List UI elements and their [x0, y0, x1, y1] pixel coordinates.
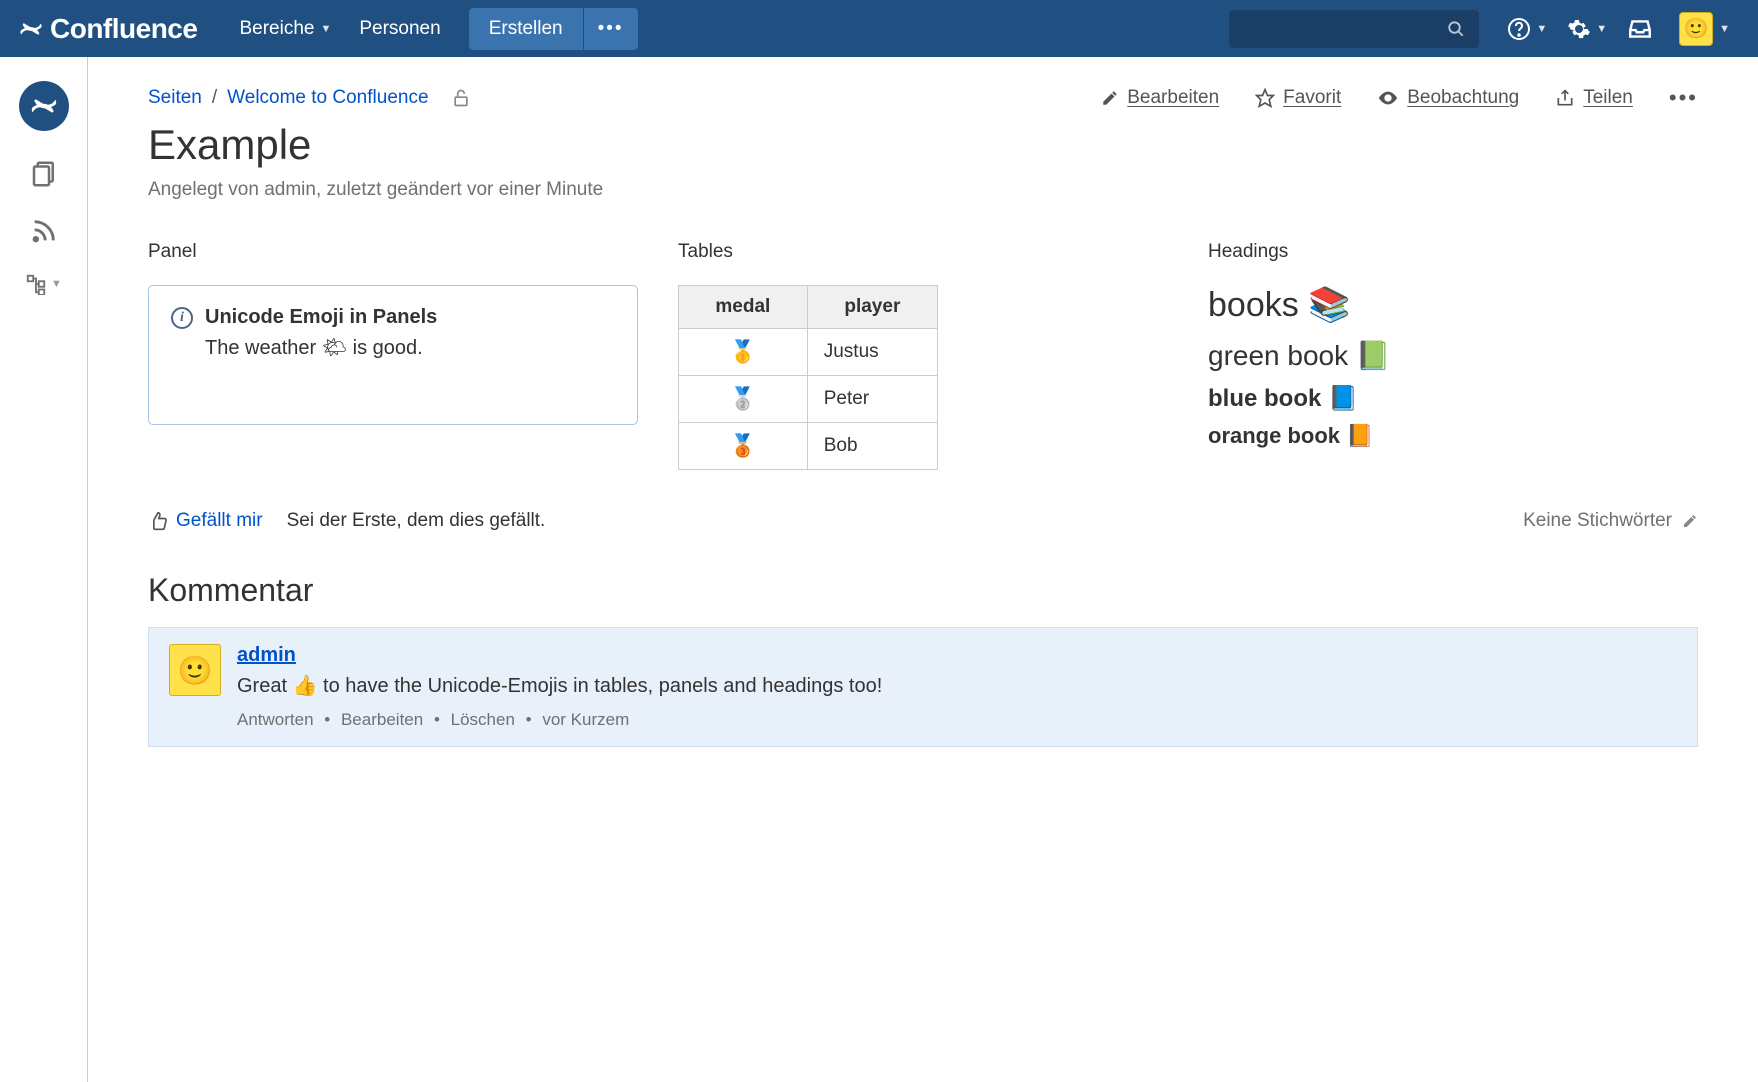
- share-icon: [1555, 88, 1575, 108]
- profile-menu[interactable]: 🙂 ▼: [1663, 6, 1740, 52]
- panel-title: Unicode Emoji in Panels: [205, 306, 437, 329]
- page-content: Seiten / Welcome to Confluence Bearbeite…: [88, 57, 1758, 1082]
- tables-section-title: Tables: [678, 241, 1168, 263]
- comment-delete[interactable]: Löschen: [451, 710, 515, 729]
- more-actions-button[interactable]: •••: [1669, 85, 1698, 111]
- eye-icon: [1377, 87, 1399, 109]
- sidebar-blog[interactable]: [30, 217, 58, 245]
- admin-menu[interactable]: ▼: [1557, 11, 1617, 47]
- breadcrumb: Seiten / Welcome to Confluence: [148, 87, 471, 109]
- comment-avatar: 🙂: [169, 644, 221, 696]
- product-name: Confluence: [50, 13, 197, 45]
- top-navigation: Confluence Bereiche ▼ Personen Erstellen…: [0, 0, 1758, 57]
- space-logo[interactable]: [19, 81, 69, 131]
- chevron-down-icon: ▼: [1596, 23, 1607, 35]
- heading-h2: books 📚: [1208, 285, 1698, 325]
- info-icon: i: [171, 307, 193, 329]
- product-logo[interactable]: Confluence: [18, 13, 197, 45]
- star-icon: [1255, 88, 1275, 108]
- player-cell: Bob: [807, 423, 937, 470]
- sidebar-tree[interactable]: ▼: [25, 273, 62, 295]
- pencil-icon: [1101, 89, 1119, 107]
- medal-cell: 🥉: [679, 423, 808, 470]
- inbox-icon: [1627, 16, 1653, 42]
- share-button[interactable]: Teilen: [1555, 87, 1633, 109]
- comments-heading: Kommentar: [148, 572, 1698, 609]
- create-button[interactable]: Erstellen: [469, 8, 583, 50]
- like-row: Gefällt mir Sei der Erste, dem dies gefä…: [148, 510, 1698, 532]
- nav-people[interactable]: Personen: [345, 10, 454, 48]
- table-row: 🥉 Bob: [679, 423, 938, 470]
- thumbs-up-emoji: 👍: [293, 675, 318, 697]
- breadcrumb-separator: /: [212, 87, 217, 109]
- medal-table: medal player 🥇 Justus 🥈 Peter: [678, 285, 938, 470]
- comment: 🙂 admin Great 👍 to have the Unicode-Emoj…: [148, 627, 1698, 747]
- medal-cell: 🥈: [679, 376, 808, 423]
- info-panel: i Unicode Emoji in Panels The weather 🌤 …: [148, 285, 638, 425]
- labels-section: Keine Stichwörter: [1523, 510, 1698, 532]
- search-icon: [1447, 20, 1465, 38]
- player-cell: Peter: [807, 376, 937, 423]
- page-title: Example: [148, 121, 1698, 169]
- watch-button[interactable]: Beobachtung: [1377, 87, 1519, 109]
- chevron-down-icon: ▼: [320, 23, 331, 35]
- comment-edit[interactable]: Bearbeiten: [341, 710, 423, 729]
- medal-cell: 🥇: [679, 329, 808, 376]
- table-row: 🥇 Justus: [679, 329, 938, 376]
- thumbs-up-icon: [148, 511, 168, 531]
- column-tables: Tables medal player 🥇 Justus: [678, 241, 1168, 470]
- pencil-icon: [1682, 513, 1698, 529]
- column-panel: Panel i Unicode Emoji in Panels The weat…: [148, 241, 638, 470]
- confluence-logo-icon: [18, 16, 44, 42]
- heading-h5: orange book 📙: [1208, 423, 1698, 449]
- comment-actions: Antworten • Bearbeiten • Löschen • vor K…: [237, 710, 1677, 730]
- confluence-space-icon: [29, 91, 59, 121]
- heading-h3: green book 📗: [1208, 339, 1698, 372]
- comment-text: Great 👍 to have the Unicode-Emojis in ta…: [237, 673, 1677, 698]
- breadcrumb-pages[interactable]: Seiten: [148, 87, 202, 109]
- comment-author[interactable]: admin: [237, 644, 296, 667]
- comment-time: vor Kurzem: [542, 710, 629, 729]
- page-actions: Bearbeiten Favorit Beobachtung Teilen ••…: [1101, 85, 1698, 111]
- favorite-button[interactable]: Favorit: [1255, 87, 1341, 109]
- pages-icon: [29, 159, 59, 189]
- column-headings: Headings books 📚 green book 📗 blue book …: [1208, 241, 1698, 470]
- create-more-button[interactable]: •••: [584, 8, 638, 50]
- table-header-player: player: [807, 286, 937, 329]
- like-button[interactable]: Gefällt mir: [148, 510, 263, 532]
- weather-emoji: 🌤: [322, 337, 347, 359]
- breadcrumb-parent[interactable]: Welcome to Confluence: [227, 87, 428, 109]
- user-avatar: 🙂: [1679, 12, 1713, 46]
- search-input[interactable]: [1229, 10, 1479, 48]
- page-byline: Angelegt von admin, zuletzt geändert vor…: [148, 179, 1698, 201]
- headings-section-title: Headings: [1208, 241, 1698, 263]
- help-menu[interactable]: ▼: [1497, 11, 1557, 47]
- help-icon: [1507, 17, 1531, 41]
- sidebar-pages[interactable]: [29, 159, 59, 189]
- table-row: 🥈 Peter: [679, 376, 938, 423]
- space-sidebar: ▼: [0, 57, 88, 1082]
- chevron-down-icon: ▼: [51, 278, 62, 290]
- edit-labels-button[interactable]: [1682, 513, 1698, 529]
- nav-spaces[interactable]: Bereiche ▼: [225, 10, 345, 48]
- breadcrumb-row: Seiten / Welcome to Confluence Bearbeite…: [148, 85, 1698, 111]
- notifications-button[interactable]: [1617, 10, 1663, 48]
- comment-reply[interactable]: Antworten: [237, 710, 314, 729]
- edit-button[interactable]: Bearbeiten: [1101, 87, 1219, 109]
- panel-body: The weather 🌤 is good.: [171, 335, 615, 360]
- page-tree-icon: [25, 273, 47, 295]
- gear-icon: [1567, 17, 1591, 41]
- table-header-medal: medal: [679, 286, 808, 329]
- rss-icon: [30, 217, 58, 245]
- like-status: Sei der Erste, dem dies gefällt.: [287, 510, 546, 532]
- panel-section-title: Panel: [148, 241, 638, 263]
- unlock-icon[interactable]: [451, 88, 471, 108]
- ellipsis-icon: •••: [1669, 85, 1698, 111]
- heading-h4: blue book 📘: [1208, 384, 1698, 413]
- labels-none-text: Keine Stichwörter: [1523, 510, 1672, 532]
- player-cell: Justus: [807, 329, 937, 376]
- chevron-down-icon: ▼: [1536, 23, 1547, 35]
- chevron-down-icon: ▼: [1719, 23, 1730, 35]
